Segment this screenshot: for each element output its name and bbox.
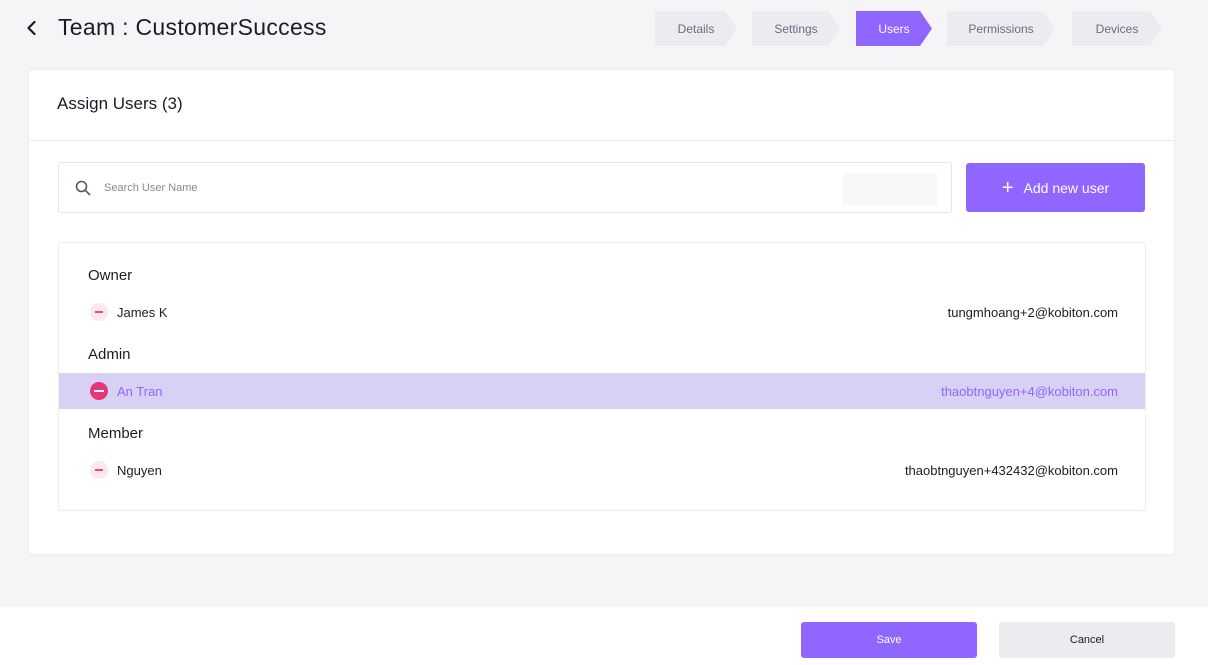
step-devices[interactable]: Devices bbox=[1072, 11, 1162, 46]
list-item[interactable]: An Tran thaobtnguyen+4@kobiton.com bbox=[59, 373, 1145, 409]
user-email: tungmhoang+2@kobiton.com bbox=[947, 304, 1118, 320]
step-users[interactable]: Users bbox=[856, 11, 932, 46]
step-details[interactable]: Details bbox=[655, 11, 737, 46]
footer-bar: Save Cancel bbox=[0, 607, 1208, 665]
search-suffix-area bbox=[843, 173, 937, 206]
page-title: Team : CustomerSuccess bbox=[58, 14, 327, 40]
back-arrow-icon[interactable] bbox=[22, 18, 42, 38]
divider bbox=[29, 140, 1174, 141]
save-button[interactable]: Save bbox=[801, 622, 977, 658]
user-list: Owner James K tungmhoang+2@kobiton.com A… bbox=[58, 242, 1146, 511]
group-label-owner: Owner bbox=[88, 267, 133, 284]
assign-users-card: Assign Users (3) + Add new user Owner Ja… bbox=[28, 69, 1175, 555]
remove-user-icon[interactable] bbox=[90, 303, 108, 321]
list-item[interactable]: James K tungmhoang+2@kobiton.com bbox=[59, 294, 1145, 330]
group-label-admin: Admin bbox=[88, 346, 131, 363]
add-new-user-button[interactable]: + Add new user bbox=[966, 163, 1145, 212]
list-item[interactable]: Nguyen thaobtnguyen+432432@kobiton.com bbox=[59, 452, 1145, 488]
remove-user-icon[interactable] bbox=[90, 461, 108, 479]
add-new-user-label: Add new user bbox=[1023, 179, 1110, 196]
remove-user-icon[interactable] bbox=[90, 382, 108, 400]
user-name: An Tran bbox=[117, 383, 163, 399]
plus-icon: + bbox=[1001, 176, 1014, 199]
user-name: James K bbox=[117, 304, 168, 320]
cancel-button[interactable]: Cancel bbox=[999, 622, 1175, 658]
search-icon bbox=[74, 179, 92, 197]
user-name: Nguyen bbox=[117, 462, 162, 478]
search-input[interactable] bbox=[104, 178, 704, 198]
step-permissions[interactable]: Permissions bbox=[947, 11, 1055, 46]
user-email: thaobtnguyen+4@kobiton.com bbox=[941, 383, 1118, 399]
group-label-member: Member bbox=[88, 425, 144, 442]
user-email: thaobtnguyen+432432@kobiton.com bbox=[904, 462, 1118, 478]
page-header: Team : CustomerSuccess Details Settings … bbox=[0, 0, 1208, 58]
search-box bbox=[58, 162, 952, 213]
step-settings[interactable]: Settings bbox=[752, 11, 840, 46]
card-title: Assign Users (3) bbox=[57, 94, 183, 113]
